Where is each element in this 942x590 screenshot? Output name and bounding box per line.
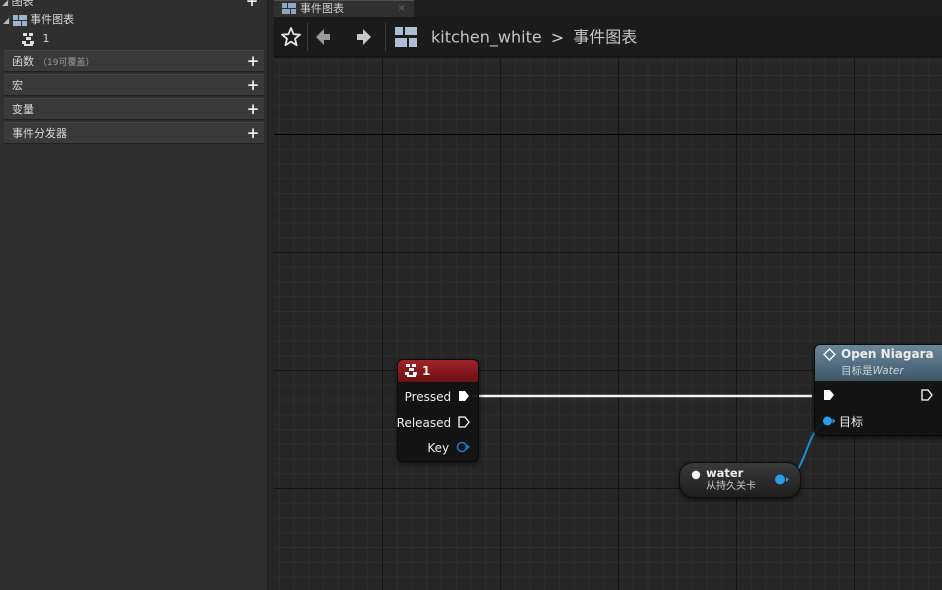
expand-arrow-icon[interactable]: ◢ — [3, 16, 9, 25]
released-pin-label: Released — [396, 416, 452, 430]
variable-dot-icon — [691, 470, 701, 480]
event-graph-label: 事件图表 — [30, 13, 75, 26]
exec-out-pin-icon[interactable] — [921, 389, 933, 401]
pressed-pin-label: Pressed — [404, 390, 452, 404]
functions-override-count: （19可覆盖） — [38, 58, 95, 68]
add-macro-button[interactable]: + — [245, 77, 261, 93]
macros-label: 宏 — [12, 79, 23, 92]
favorite-star-icon[interactable] — [279, 25, 303, 49]
graphs-category-row[interactable]: ◢ 图表 — [2, 0, 34, 10]
breadcrumb: kitchen_white > 事件图表 — [431, 25, 637, 49]
functions-section[interactable]: 函数 （19可覆盖） + — [4, 50, 264, 72]
key-pin-label: Key — [427, 441, 450, 455]
macros-section[interactable]: 宏 + — [4, 74, 264, 96]
breadcrumb-separator: > — [550, 27, 565, 47]
nav-divider — [385, 23, 386, 51]
key-node-header[interactable]: 1 — [398, 360, 478, 382]
key-event-node[interactable]: 1 Pressed Released Key — [397, 359, 479, 462]
open-niagara-node[interactable]: Open Niagara 目标是Water 目标 — [814, 344, 942, 436]
my-blueprint-panel: ◢ 图表 + ◢ 事件图表 1 函数 （19可覆盖） + 宏 + 变量 + 事件分… — [0, 0, 268, 590]
close-tab-icon[interactable]: × — [398, 1, 406, 16]
breadcrumb-root-link[interactable]: kitchen_white — [431, 28, 542, 47]
variables-section[interactable]: 变量 + — [4, 98, 264, 120]
document-tab-strip: 事件图表 × — [274, 0, 942, 17]
key-event-tree-item[interactable]: 1 — [22, 31, 50, 47]
event-dispatchers-label: 事件分发器 — [12, 127, 67, 140]
object-pin-connected-icon[interactable] — [822, 415, 836, 427]
target-pin-row[interactable]: 目标 — [822, 414, 863, 430]
graphs-header-label: 图表 — [11, 0, 34, 8]
nav-divider — [307, 23, 308, 51]
collapse-arrow-icon[interactable]: ◢ — [2, 0, 8, 7]
breadcrumb-current: 事件图表 — [573, 27, 638, 47]
exec-pin-icon[interactable] — [458, 416, 470, 428]
blueprint-graph-icon — [395, 27, 417, 47]
event-graph-icon — [282, 3, 296, 14]
subtitle-prefix: 目标是 — [841, 365, 873, 377]
back-arrow-icon[interactable] — [312, 25, 336, 49]
released-pin-row[interactable]: Released — [397, 415, 470, 431]
key-event-label: 1 — [42, 32, 50, 45]
pressed-pin-row[interactable]: Pressed — [405, 389, 470, 405]
add-function-button[interactable]: + — [245, 53, 261, 69]
target-pin-label: 目标 — [839, 415, 864, 429]
subtitle-target: Water — [872, 365, 904, 377]
graph-navigation-bar: kitchen_white > 事件图表 — [274, 17, 942, 57]
variables-label: 变量 — [12, 103, 34, 116]
niagara-node-subtitle: 目标是Water — [841, 362, 904, 380]
function-icon — [823, 348, 836, 361]
tab-label: 事件图表 — [300, 2, 344, 15]
add-graph-button[interactable]: + — [244, 0, 260, 9]
exec-in-pin-connected-icon[interactable] — [823, 389, 835, 401]
key-node-title: 1 — [422, 364, 431, 378]
niagara-node-header[interactable]: Open Niagara 目标是Water — [815, 345, 942, 381]
tab-event-graph[interactable]: 事件图表 × — [274, 0, 414, 17]
add-variable-button[interactable]: + — [245, 101, 261, 117]
event-graph-tree-item[interactable]: ◢ 事件图表 — [3, 12, 74, 28]
event-graph-icon — [12, 14, 27, 26]
input-key-icon — [405, 364, 417, 377]
water-node-subtitle: 从持久关卡 — [706, 481, 756, 492]
water-variable-node[interactable]: water 从持久关卡 — [679, 462, 801, 498]
event-graph-canvas[interactable]: 1 Pressed Released Key Open Niagara 目标是W… — [274, 58, 942, 590]
functions-label: 函数 — [12, 55, 34, 68]
event-dispatchers-section[interactable]: 事件分发器 + — [4, 122, 264, 144]
add-event-dispatcher-button[interactable]: + — [245, 125, 261, 141]
water-node-title: water — [706, 466, 744, 480]
struct-pin-icon[interactable] — [456, 441, 470, 453]
niagara-node-title: Open Niagara — [841, 347, 934, 361]
forward-arrow-icon[interactable] — [351, 25, 375, 49]
key-pin-row[interactable]: Key — [427, 440, 470, 456]
object-output-pin-icon[interactable] — [774, 473, 790, 486]
exec-pin-connected-icon[interactable] — [458, 390, 470, 402]
wire-layer — [472, 394, 831, 480]
input-key-icon — [22, 32, 34, 46]
